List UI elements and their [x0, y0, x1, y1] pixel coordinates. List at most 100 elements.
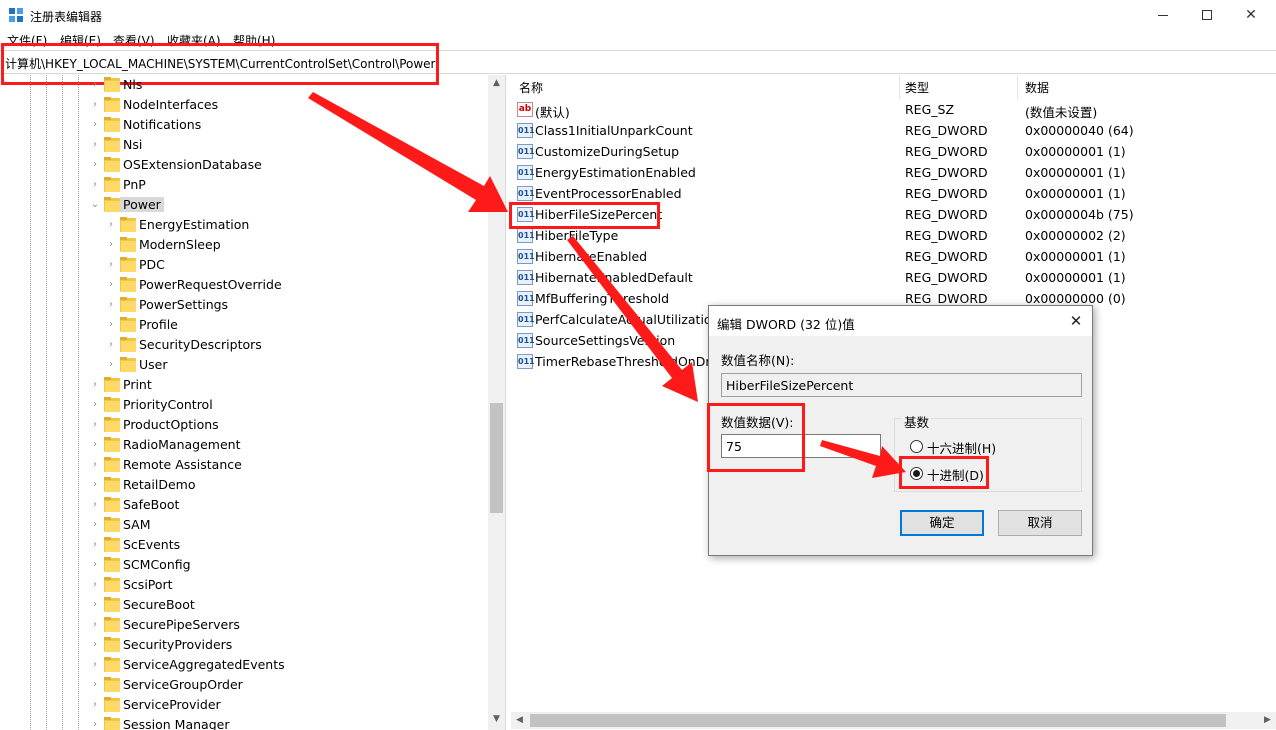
- tree-item-label[interactable]: ProductOptions: [123, 417, 219, 432]
- tree-item[interactable]: › RadioManagement: [0, 435, 488, 455]
- scroll-left-arrow-icon[interactable]: ◀: [511, 712, 528, 729]
- column-header-type[interactable]: 类型: [897, 75, 1017, 99]
- chevron-right-icon[interactable]: ›: [89, 378, 101, 392]
- tree-item-label[interactable]: OSExtensionDatabase: [123, 157, 262, 172]
- scroll-thumb[interactable]: [530, 714, 1226, 727]
- scroll-right-arrow-icon[interactable]: ▶: [1259, 712, 1276, 729]
- tree-item[interactable]: › ProductOptions: [0, 415, 488, 435]
- chevron-right-icon[interactable]: ›: [105, 258, 117, 272]
- tree-item[interactable]: › PnP: [0, 175, 488, 195]
- hex-radio[interactable]: [910, 440, 923, 453]
- chevron-right-icon[interactable]: ›: [89, 118, 101, 132]
- tree-item[interactable]: › Profile: [0, 315, 488, 335]
- ok-button[interactable]: 确定: [900, 510, 984, 536]
- tree-item[interactable]: › Notifications: [0, 115, 488, 135]
- tree-item[interactable]: › ServiceGroupOrder: [0, 675, 488, 695]
- minimize-button[interactable]: [1140, 0, 1186, 30]
- tree-item-label[interactable]: EnergyEstimation: [139, 217, 249, 232]
- chevron-right-icon[interactable]: ›: [89, 478, 101, 492]
- tree-item-label[interactable]: Nsi: [123, 137, 142, 152]
- tree-item-label[interactable]: SecurePipeServers: [123, 617, 240, 632]
- chevron-right-icon[interactable]: ›: [89, 158, 101, 172]
- tree-item-label[interactable]: Nls: [123, 77, 142, 92]
- tree-item[interactable]: › RetailDemo: [0, 475, 488, 495]
- tree-item-label[interactable]: PowerSettings: [139, 297, 228, 312]
- chevron-right-icon[interactable]: ›: [105, 278, 117, 292]
- chevron-right-icon[interactable]: ›: [105, 318, 117, 332]
- tree-item[interactable]: › PDC: [0, 255, 488, 275]
- chevron-right-icon[interactable]: ›: [89, 78, 101, 92]
- scroll-up-arrow-icon[interactable]: ▲: [488, 75, 505, 92]
- tree-item-label[interactable]: PDC: [139, 257, 165, 272]
- value-row[interactable]: 011 CustomizeDuringSetup REG_DWORD 0x000000…: [511, 141, 1276, 162]
- tree-item[interactable]: › ServiceAggregatedEvents: [0, 655, 488, 675]
- tree-item[interactable]: › Print: [0, 375, 488, 395]
- chevron-right-icon[interactable]: ›: [105, 338, 117, 352]
- tree-item[interactable]: › Remote Assistance: [0, 455, 488, 475]
- tree-item[interactable]: › ServiceProvider: [0, 695, 488, 715]
- value-row[interactable]: ab (默认) REG_SZ (数值未设置): [511, 99, 1276, 120]
- chevron-right-icon[interactable]: ›: [89, 598, 101, 612]
- chevron-right-icon[interactable]: ›: [89, 178, 101, 192]
- tree-item[interactable]: › Nsi: [0, 135, 488, 155]
- tree-item-label[interactable]: ScsiPort: [123, 577, 173, 592]
- tree-item[interactable]: › PowerSettings: [0, 295, 488, 315]
- chevron-right-icon[interactable]: ›: [89, 138, 101, 152]
- value-row[interactable]: 011 Class1InitialUnparkCount REG_DWORD 0x00…: [511, 120, 1276, 141]
- tree-item-label[interactable]: SCMConfig: [123, 557, 191, 572]
- tree-vertical-scrollbar[interactable]: ▲ ▼: [488, 75, 505, 730]
- value-row[interactable]: 011 EnergyEstimationEnabled REG_DWORD 0x000…: [511, 162, 1276, 183]
- tree-item[interactable]: › ScEvents: [0, 535, 488, 555]
- tree-item-label[interactable]: PowerRequestOverride: [139, 277, 282, 292]
- column-header-name[interactable]: 名称: [511, 75, 901, 99]
- cancel-button[interactable]: 取消: [998, 510, 1082, 536]
- tree-item[interactable]: › ModernSleep: [0, 235, 488, 255]
- chevron-right-icon[interactable]: ›: [89, 418, 101, 432]
- chevron-right-icon[interactable]: ›: [89, 438, 101, 452]
- chevron-right-icon[interactable]: ›: [89, 458, 101, 472]
- tree-item[interactable]: › PriorityControl: [0, 395, 488, 415]
- tree-item-label[interactable]: RadioManagement: [123, 437, 240, 452]
- scroll-down-arrow-icon[interactable]: ▼: [488, 711, 505, 728]
- tree-item-label[interactable]: Profile: [139, 317, 178, 332]
- tree-item-label[interactable]: SecurityProviders: [123, 637, 232, 652]
- tree-item[interactable]: › User: [0, 355, 488, 375]
- tree-item[interactable]: › SAM: [0, 515, 488, 535]
- tree-item-label[interactable]: Power: [120, 197, 164, 212]
- tree-item-label[interactable]: SecureBoot: [123, 597, 195, 612]
- hex-radio-label[interactable]: 十六进制(H): [927, 438, 996, 457]
- maximize-button[interactable]: [1184, 0, 1230, 30]
- value-row[interactable]: 011 HibernateEnabled REG_DWORD 0x00000001 (…: [511, 246, 1276, 267]
- tree-item-label[interactable]: ServiceProvider: [123, 697, 221, 712]
- chevron-right-icon[interactable]: ›: [89, 678, 101, 692]
- tree-item[interactable]: › SecureBoot: [0, 595, 488, 615]
- tree-item[interactable]: › SecurePipeServers: [0, 615, 488, 635]
- chevron-right-icon[interactable]: ›: [89, 98, 101, 112]
- close-button[interactable]: ✕: [1228, 0, 1274, 30]
- tree-item[interactable]: › PowerRequestOverride: [0, 275, 488, 295]
- values-horizontal-scrollbar[interactable]: ◀ ▶: [511, 712, 1276, 729]
- chevron-right-icon[interactable]: ›: [105, 238, 117, 252]
- tree-item[interactable]: › OSExtensionDatabase: [0, 155, 488, 175]
- chevron-right-icon[interactable]: ›: [89, 498, 101, 512]
- chevron-right-icon[interactable]: ›: [105, 298, 117, 312]
- tree-item[interactable]: › SecurityDescriptors: [0, 335, 488, 355]
- tree-item-label[interactable]: User: [139, 357, 168, 372]
- tree-item[interactable]: › ScsiPort: [0, 575, 488, 595]
- tree-item[interactable]: › SecurityProviders: [0, 635, 488, 655]
- dialog-close-button[interactable]: ✕: [1065, 310, 1087, 332]
- chevron-right-icon[interactable]: ›: [105, 358, 117, 372]
- tree-item-label[interactable]: Remote Assistance: [123, 457, 242, 472]
- tree-item[interactable]: › EnergyEstimation: [0, 215, 488, 235]
- tree-item-label[interactable]: PnP: [123, 177, 146, 192]
- chevron-right-icon[interactable]: ›: [89, 638, 101, 652]
- tree-item[interactable]: › SafeBoot: [0, 495, 488, 515]
- tree-item-label[interactable]: ModernSleep: [139, 237, 221, 252]
- tree-item-label[interactable]: Print: [123, 377, 152, 392]
- chevron-right-icon[interactable]: ›: [89, 558, 101, 572]
- tree-item-label[interactable]: SafeBoot: [123, 497, 179, 512]
- scroll-thumb[interactable]: [490, 403, 503, 513]
- tree-item[interactable]: ⌄ Power: [0, 195, 488, 215]
- tree-item-label[interactable]: ServiceGroupOrder: [123, 677, 243, 692]
- chevron-right-icon[interactable]: ›: [105, 218, 117, 232]
